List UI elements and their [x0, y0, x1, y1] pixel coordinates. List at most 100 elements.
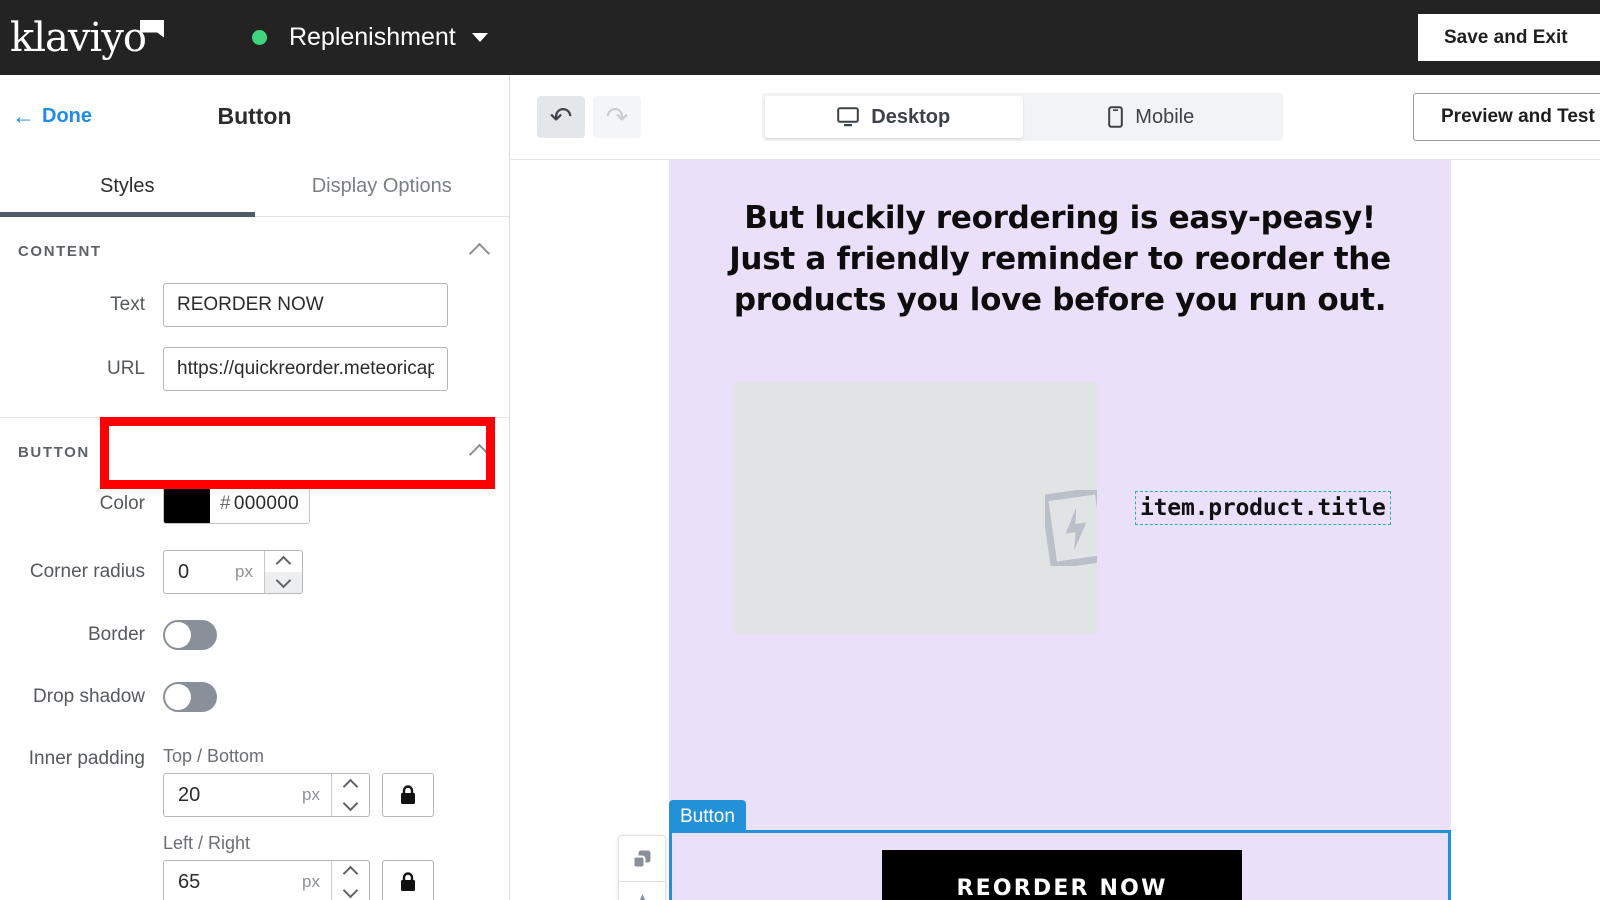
left-right-row: 65 px — [163, 860, 434, 900]
tab-display-options[interactable]: Display Options — [255, 157, 510, 216]
email-preview-panel: ↶ ↷ Desktop Mobile Preview and Test But … — [511, 75, 1600, 900]
phone-icon — [1108, 106, 1124, 128]
field-border-label: Border — [87, 624, 145, 645]
block-type-tag: Button — [669, 800, 746, 833]
caret-down-icon[interactable] — [471, 33, 488, 42]
email-canvas: But luckily reordering is easy-peasy! Ju… — [511, 160, 1600, 900]
product-image-placeholder[interactable] — [735, 381, 1097, 634]
toggle-knob — [165, 622, 191, 648]
left-right-lock-button[interactable] — [382, 860, 434, 900]
panel-header: ← Done Button — [0, 75, 509, 157]
section-button-header[interactable]: BUTTON — [0, 418, 509, 484]
button-text-input[interactable] — [163, 283, 448, 327]
done-button[interactable]: ← Done — [12, 102, 92, 129]
field-corner-radius: Corner radius 0 px — [0, 550, 509, 594]
field-color: Color # 000000 — [0, 484, 509, 524]
undo-icon[interactable]: ↶ — [537, 96, 585, 138]
stepper-increment-icon[interactable] — [332, 861, 369, 882]
stepper-decrement-icon[interactable] — [332, 882, 369, 900]
device-option-mobile-label: Mobile — [1135, 105, 1195, 128]
drop-shadow-toggle[interactable] — [163, 682, 217, 712]
button-url-input[interactable] — [163, 347, 448, 391]
top-bottom-arrows — [331, 774, 369, 816]
product-title-token[interactable]: item.product.title — [1135, 490, 1391, 525]
device-switch: Desktop Mobile — [762, 93, 1283, 141]
stepper-decrement-icon[interactable] — [265, 572, 302, 593]
corner-radius-value[interactable]: 0 — [164, 551, 224, 593]
field-color-label: Color — [99, 493, 145, 514]
field-inner-padding: Inner padding Top / Bottom 20 px Left / … — [0, 746, 509, 900]
preview-and-test-button[interactable]: Preview and Test — [1413, 93, 1600, 141]
save-and-exit-button[interactable]: Save and Exit — [1418, 14, 1600, 61]
inner-padding-controls: Top / Bottom 20 px Left / Right 65 px — [163, 746, 434, 900]
email-headline[interactable]: But luckily reordering is easy-peasy! Ju… — [669, 160, 1451, 322]
lock-icon — [401, 784, 415, 804]
field-url-label: URL — [106, 358, 145, 379]
field-inner-padding-label: Inner padding — [28, 748, 145, 769]
email-body: But luckily reordering is easy-peasy! Ju… — [669, 160, 1451, 900]
border-toggle[interactable] — [163, 620, 217, 650]
preview-toolbar: ↶ ↷ Desktop Mobile Preview and Test — [511, 75, 1600, 160]
color-swatch[interactable] — [164, 485, 210, 523]
broken-image-icon — [1045, 489, 1097, 566]
arrow-left-icon: ← — [12, 102, 35, 129]
field-url: URL — [0, 347, 509, 391]
field-text: Text — [0, 283, 509, 327]
toggle-knob — [165, 684, 191, 710]
star-icon[interactable] — [619, 881, 665, 900]
button-settings-panel: ← Done Button Styles Display Options CON… — [0, 75, 510, 900]
klaviyo-logo[interactable]: klaviyo — [10, 18, 164, 58]
left-right-value[interactable]: 65 — [164, 861, 291, 900]
klaviyo-wordmark: klaviyo — [10, 14, 147, 61]
corner-radius-unit: px — [235, 562, 253, 581]
settings-tabs: Styles Display Options — [0, 157, 509, 217]
stepper-decrement-icon[interactable] — [332, 795, 369, 816]
top-bottom-stepper[interactable]: 20 px — [163, 773, 370, 817]
lock-icon — [401, 871, 415, 891]
tab-styles[interactable]: Styles — [0, 157, 255, 217]
left-right-unit: px — [302, 872, 320, 891]
app-header: klaviyo Replenishment Save and Exit — [0, 0, 1600, 75]
section-button: BUTTON Color # 000000 Corner radius 0 px — [0, 418, 509, 900]
device-option-desktop[interactable]: Desktop — [765, 96, 1023, 138]
corner-radius-arrows — [264, 551, 302, 593]
product-row: item.product.title — [669, 381, 1451, 634]
duplicate-icon[interactable] — [619, 836, 665, 881]
monitor-icon — [837, 107, 860, 127]
field-drop-shadow: Drop shadow — [0, 682, 509, 712]
selected-button-block[interactable]: Button REORDER NOW — [669, 800, 1451, 900]
top-bottom-label: Top / Bottom — [163, 746, 265, 766]
done-label: Done — [42, 104, 92, 127]
section-content-header[interactable]: CONTENT — [0, 217, 509, 283]
block-toolbar — [618, 835, 666, 900]
corner-radius-stepper[interactable]: 0 px — [163, 550, 303, 594]
color-hex-value[interactable]: # 000000 — [210, 485, 309, 523]
button-color-control[interactable]: # 000000 — [163, 484, 310, 524]
device-option-desktop-label: Desktop — [871, 105, 951, 128]
section-button-title: BUTTON — [18, 443, 90, 461]
top-bottom-lock-button[interactable] — [382, 773, 434, 817]
top-bottom-value[interactable]: 20 — [164, 774, 291, 816]
hash-symbol: # — [219, 493, 231, 514]
field-drop-shadow-label: Drop shadow — [33, 686, 145, 707]
field-corner-radius-label: Corner radius — [29, 561, 145, 582]
green-status-dot-icon — [251, 30, 267, 45]
left-right-stepper[interactable]: 65 px — [163, 860, 370, 900]
device-option-mobile[interactable]: Mobile — [1023, 96, 1281, 138]
section-content: CONTENT Text URL — [0, 217, 509, 418]
left-right-arrows — [331, 861, 369, 900]
color-hex-text: 000000 — [233, 493, 300, 514]
reorder-now-cta-button[interactable]: REORDER NOW — [882, 850, 1242, 900]
section-content-title: CONTENT — [18, 242, 102, 260]
field-text-label: Text — [110, 294, 145, 315]
field-border: Border — [0, 620, 509, 650]
top-bottom-unit: px — [302, 785, 320, 804]
top-bottom-row: 20 px — [163, 773, 434, 817]
chevron-up-icon[interactable] — [468, 242, 491, 265]
flow-name: Replenishment — [288, 23, 456, 51]
stepper-increment-icon[interactable] — [265, 551, 302, 572]
chevron-up-icon[interactable] — [468, 443, 491, 466]
stepper-increment-icon[interactable] — [332, 774, 369, 795]
left-right-label: Left / Right — [163, 833, 251, 853]
redo-icon[interactable]: ↷ — [593, 96, 641, 138]
